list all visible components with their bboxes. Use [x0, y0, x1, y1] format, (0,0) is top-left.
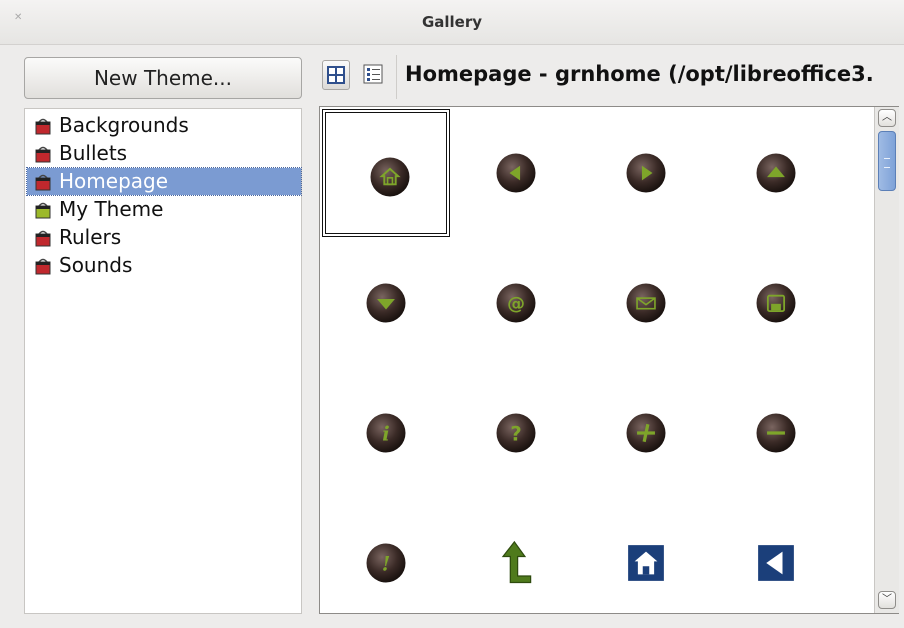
scroll-down-button[interactable]: ﹀ [878, 591, 896, 609]
gallery-item[interactable] [582, 369, 710, 497]
current-theme-path: Homepage - grnhome (/opt/libreoffice3. [405, 62, 874, 86]
bucket-icon [35, 230, 51, 247]
icon-view-button[interactable] [322, 60, 350, 90]
gallery-item[interactable]: ! [322, 499, 450, 613]
gallery-item[interactable] [322, 109, 450, 237]
theme-item-label: Rulers [59, 225, 122, 249]
minus-button-icon [756, 413, 796, 453]
theme-item-label: My Theme [59, 197, 164, 221]
icon-view-icon [327, 66, 345, 84]
new-theme-button[interactable]: New Theme... [24, 57, 302, 99]
blue-left-arrow-icon [758, 545, 794, 581]
bucket-icon [35, 118, 51, 135]
svg-text:i: i [382, 422, 389, 445]
bucket-icon [35, 202, 51, 219]
theme-item-rulers[interactable]: Rulers [27, 224, 301, 251]
theme-item-bullets[interactable]: Bullets [27, 140, 301, 167]
arrow-down-button-icon [366, 283, 406, 323]
bucket-icon [35, 146, 51, 163]
svg-text:!: ! [382, 552, 391, 575]
svg-text:@: @ [507, 294, 525, 315]
theme-list: Backgrounds Bullets Homepage My Theme Rulers… [24, 108, 302, 614]
gallery-scrollbar[interactable]: ︿ ﹀ [874, 107, 899, 613]
gallery-item[interactable] [582, 499, 710, 613]
mail-button-icon [626, 283, 666, 323]
disk-button-icon [756, 283, 796, 323]
gallery-item[interactable]: i [322, 369, 450, 497]
blue-home-icon [628, 545, 664, 581]
arrow-right-button-icon [626, 153, 666, 193]
gallery-item[interactable] [452, 109, 580, 237]
arrow-left-button-icon [496, 153, 536, 193]
detail-view-icon [363, 64, 383, 84]
question-button-icon: ? [496, 413, 536, 453]
theme-item-label: Backgrounds [59, 113, 189, 137]
toolbar-separator [396, 55, 397, 99]
gallery-item[interactable] [582, 109, 710, 237]
gallery-item[interactable]: @ [452, 239, 580, 367]
gallery-item[interactable]: ? [452, 369, 580, 497]
gallery-item[interactable] [582, 239, 710, 367]
theme-item-label: Sounds [59, 253, 133, 277]
detail-view-button[interactable] [360, 60, 388, 90]
arrow-up-button-icon [756, 153, 796, 193]
scroll-up-button[interactable]: ︿ [878, 109, 896, 127]
title-bar: ✕ Gallery [0, 0, 904, 45]
plus-button-icon [626, 413, 666, 453]
theme-item-my-theme[interactable]: My Theme [27, 196, 301, 223]
bucket-icon [35, 258, 51, 275]
theme-item-backgrounds[interactable]: Backgrounds [27, 112, 301, 139]
gallery-item[interactable] [452, 499, 580, 613]
at-sign-button-icon: @ [496, 283, 536, 323]
info-button-icon: i [366, 413, 406, 453]
gallery-item[interactable] [712, 109, 840, 237]
gallery-item[interactable] [712, 369, 840, 497]
theme-item-homepage[interactable]: Homepage [26, 167, 302, 196]
theme-item-sounds[interactable]: Sounds [27, 252, 301, 279]
gallery-view: @ i?! [319, 106, 899, 614]
gallery-item[interactable] [322, 239, 450, 367]
gallery-item[interactable] [712, 499, 840, 613]
svg-text:?: ? [510, 422, 521, 445]
theme-item-label: Bullets [59, 141, 128, 165]
theme-item-label: Homepage [59, 169, 169, 193]
exclamation-button-icon: ! [366, 543, 406, 583]
home-button-icon [370, 157, 410, 197]
bucket-icon [35, 174, 51, 191]
window-title: Gallery [421, 13, 483, 31]
gallery-item[interactable] [712, 239, 840, 367]
up-turn-arrow-icon [501, 540, 532, 584]
scroll-thumb[interactable] [878, 131, 896, 191]
